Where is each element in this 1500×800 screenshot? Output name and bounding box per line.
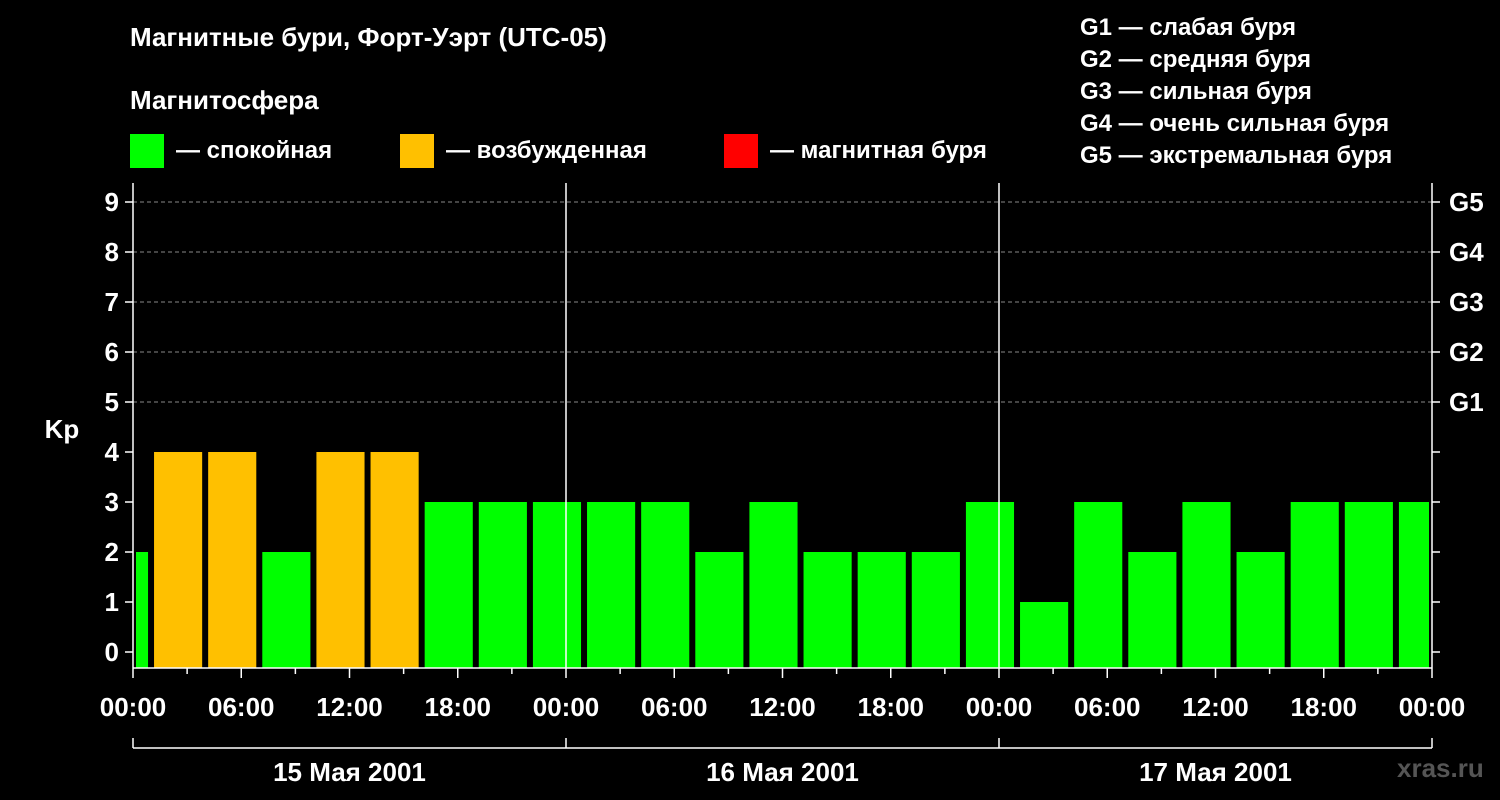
kp-bar-12 — [749, 502, 798, 668]
y-tick-label-5: 5 — [105, 387, 119, 417]
y-tick-label-9: 9 — [105, 187, 119, 217]
x-tick-label-3: 18:00 — [425, 692, 492, 722]
kp-bar-19 — [1128, 552, 1177, 668]
day-label-2: 17 Мая 2001 — [1139, 757, 1292, 787]
x-tick-label-9: 06:00 — [1074, 692, 1141, 722]
y-tick-label-6: 6 — [105, 337, 119, 367]
x-tick-label-6: 12:00 — [749, 692, 816, 722]
x-tick-label-5: 06:00 — [641, 692, 708, 722]
kp-bar-5 — [370, 452, 419, 668]
x-tick-label-1: 06:00 — [208, 692, 275, 722]
kp-bar-10 — [641, 502, 690, 668]
kp-bar-22 — [1290, 502, 1339, 668]
watermark: xras.ru — [1397, 753, 1484, 783]
y-tick-label-1: 1 — [105, 587, 119, 617]
x-tick-label-7: 18:00 — [858, 692, 925, 722]
kp-bar-9 — [587, 502, 636, 668]
g-tick-label-g1: G1 — [1449, 387, 1484, 417]
kp-bar-7 — [478, 502, 527, 668]
x-tick-label-8: 00:00 — [966, 692, 1033, 722]
g-tick-label-g3: G3 — [1449, 287, 1484, 317]
y-tick-label-4: 4 — [105, 437, 120, 467]
kp-bar-11 — [695, 552, 744, 668]
x-tick-label-4: 00:00 — [533, 692, 600, 722]
kp-bar-0 — [136, 552, 149, 668]
y-tick-label-2: 2 — [105, 537, 119, 567]
g-tick-label-g4: G4 — [1449, 237, 1484, 267]
kp-bar-4 — [316, 452, 365, 668]
kp-bar-20 — [1182, 502, 1231, 668]
kp-bar-2 — [208, 452, 257, 668]
y-tick-label-0: 0 — [105, 637, 119, 667]
kp-bar-18 — [1074, 502, 1123, 668]
x-tick-label-11: 18:00 — [1291, 692, 1358, 722]
kp-bar-3 — [262, 552, 311, 668]
kp-bar-14 — [857, 552, 906, 668]
kp-bar-17 — [1020, 602, 1069, 668]
y-tick-label-7: 7 — [105, 287, 119, 317]
x-tick-label-2: 12:00 — [316, 692, 383, 722]
x-tick-label-0: 00:00 — [100, 692, 167, 722]
kp-bar-1 — [154, 452, 203, 668]
kp-bar-24 — [1398, 502, 1429, 668]
y-tick-label-8: 8 — [105, 237, 119, 267]
day-label-1: 16 Мая 2001 — [706, 757, 859, 787]
kp-chart: 0 1 2 3 4 5 6 7 8 9 G1 G2 G3 G4 G5 Kp 00:00 06:00 12:00 18:… — [45, 183, 1484, 787]
x-tick-label-12: 00:00 — [1399, 692, 1466, 722]
kp-bar-16 — [965, 502, 1015, 668]
x-tick-label-10: 12:00 — [1182, 692, 1249, 722]
kp-bar-13 — [803, 552, 852, 668]
g-tick-label-g2: G2 — [1449, 337, 1484, 367]
kp-bar-6 — [424, 502, 473, 668]
kp-bar-15 — [911, 552, 960, 668]
day-label-0: 15 Мая 2001 — [273, 757, 426, 787]
g-tick-label-g5: G5 — [1449, 187, 1484, 217]
kp-bar-21 — [1236, 552, 1285, 668]
kp-bar-8 — [532, 502, 582, 668]
kp-bar-23 — [1344, 502, 1393, 668]
y-tick-label-3: 3 — [105, 487, 119, 517]
y-axis-title: Kp — [45, 414, 80, 444]
